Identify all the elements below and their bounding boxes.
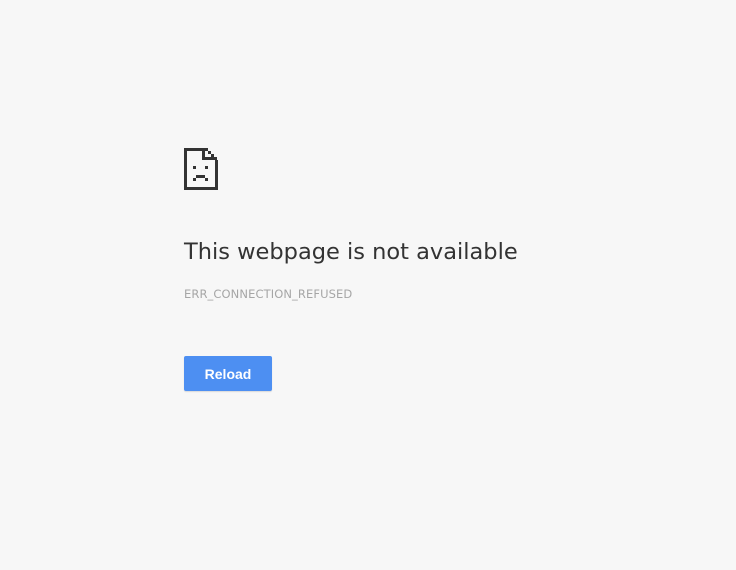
- sad-document-icon: [184, 148, 218, 190]
- reload-button[interactable]: Reload: [184, 356, 272, 391]
- error-code: ERR_CONNECTION_REFUSED: [184, 287, 353, 301]
- error-container: This webpage is not available ERR_CONNEC…: [184, 148, 704, 391]
- error-title: This webpage is not available: [184, 239, 518, 265]
